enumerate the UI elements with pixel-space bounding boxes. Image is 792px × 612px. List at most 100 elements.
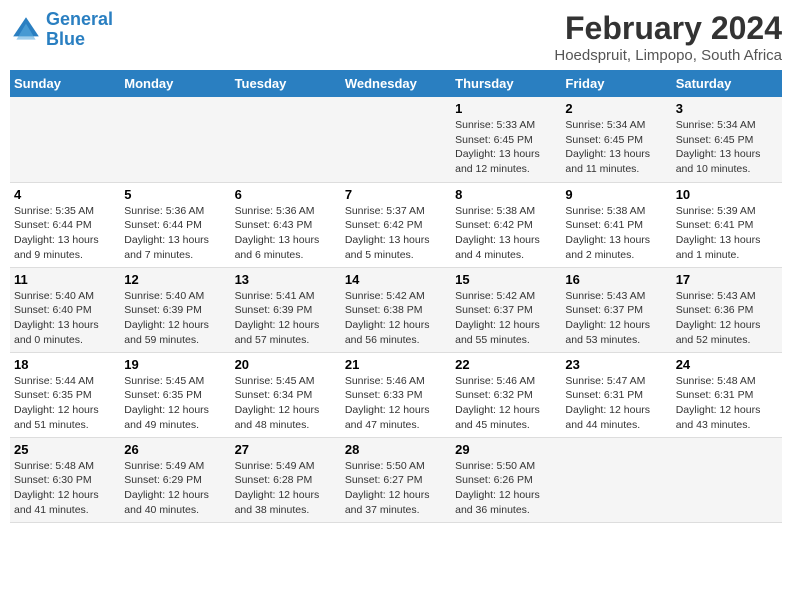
calendar-cell (10, 97, 120, 182)
day-info: Sunrise: 5:45 AM Sunset: 6:34 PM Dayligh… (235, 374, 337, 433)
calendar-cell: 24 Sunrise: 5:48 AM Sunset: 6:31 PM Dayli… (672, 352, 782, 437)
day-number: 24 (676, 357, 778, 372)
day-info: Sunrise: 5:36 AM Sunset: 6:44 PM Dayligh… (124, 204, 226, 263)
calendar-cell: 12 Sunrise: 5:40 AM Sunset: 6:39 PM Dayli… (120, 267, 230, 352)
calendar-cell: 25Sunrise: 5:48 AM Sunset: 6:30 PM Dayli… (10, 437, 120, 522)
day-number: 28 (345, 442, 447, 457)
day-number: 13 (235, 272, 337, 287)
calendar-cell (231, 97, 341, 182)
day-number: 18 (14, 357, 116, 372)
day-number: 23 (565, 357, 667, 372)
calendar-cell: 21Sunrise: 5:46 AM Sunset: 6:33 PM Dayli… (341, 352, 451, 437)
logo-text: General Blue (46, 10, 113, 50)
day-number: 26 (124, 442, 226, 457)
day-info: Sunrise: 5:38 AM Sunset: 6:42 PM Dayligh… (455, 204, 557, 263)
day-number: 4 (14, 187, 116, 202)
calendar-cell: 18 Sunrise: 5:44 AM Sunset: 6:35 PM Dayli… (10, 352, 120, 437)
calendar-cell: 3 Sunrise: 5:34 AM Sunset: 6:45 PM Daylig… (672, 97, 782, 182)
calendar-cell: 5 Sunrise: 5:36 AM Sunset: 6:44 PM Daylig… (120, 182, 230, 267)
calendar-cell: 23 Sunrise: 5:47 AM Sunset: 6:31 PM Dayli… (561, 352, 671, 437)
day-info: Sunrise: 5:41 AM Sunset: 6:39 PM Dayligh… (235, 289, 337, 348)
day-info: Sunrise: 5:37 AM Sunset: 6:42 PM Dayligh… (345, 204, 447, 263)
calendar-body: 1 Sunrise: 5:33 AM Sunset: 6:45 PM Daylig… (10, 97, 782, 522)
day-info: Sunrise: 5:43 AM Sunset: 6:37 PM Dayligh… (565, 289, 667, 348)
day-number: 11 (14, 272, 116, 287)
day-number: 1 (455, 101, 557, 116)
day-info: Sunrise: 5:46 AM Sunset: 6:33 PM Dayligh… (345, 374, 447, 433)
day-info: Sunrise: 5:50 AM Sunset: 6:26 PM Dayligh… (455, 459, 557, 518)
day-info: Sunrise: 5:45 AM Sunset: 6:35 PM Dayligh… (124, 374, 226, 433)
day-number: 15 (455, 272, 557, 287)
calendar-header: SundayMondayTuesdayWednesdayThursdayFrid… (10, 70, 782, 97)
calendar-cell: 19 Sunrise: 5:45 AM Sunset: 6:35 PM Dayli… (120, 352, 230, 437)
day-header-friday: Friday (561, 70, 671, 97)
day-number: 22 (455, 357, 557, 372)
calendar-table: SundayMondayTuesdayWednesdayThursdayFrid… (10, 70, 782, 523)
day-info: Sunrise: 5:40 AM Sunset: 6:39 PM Dayligh… (124, 289, 226, 348)
calendar-cell: 15Sunrise: 5:42 AM Sunset: 6:37 PM Dayli… (451, 267, 561, 352)
calendar-cell: 9Sunrise: 5:38 AM Sunset: 6:41 PM Daylig… (561, 182, 671, 267)
calendar-cell (672, 437, 782, 522)
calendar-cell: 20 Sunrise: 5:45 AM Sunset: 6:34 PM Dayli… (231, 352, 341, 437)
calendar-cell: 29 Sunrise: 5:50 AM Sunset: 6:26 PM Dayli… (451, 437, 561, 522)
calendar-cell: 22 Sunrise: 5:46 AM Sunset: 6:32 PM Dayli… (451, 352, 561, 437)
day-number: 10 (676, 187, 778, 202)
day-info: Sunrise: 5:48 AM Sunset: 6:31 PM Dayligh… (676, 374, 778, 433)
calendar-cell (561, 437, 671, 522)
day-info: Sunrise: 5:50 AM Sunset: 6:27 PM Dayligh… (345, 459, 447, 518)
day-info: Sunrise: 5:33 AM Sunset: 6:45 PM Dayligh… (455, 118, 557, 177)
main-title: February 2024 (554, 10, 782, 47)
day-number: 6 (235, 187, 337, 202)
day-number: 19 (124, 357, 226, 372)
day-info: Sunrise: 5:34 AM Sunset: 6:45 PM Dayligh… (676, 118, 778, 177)
calendar-cell: 4 Sunrise: 5:35 AM Sunset: 6:44 PM Daylig… (10, 182, 120, 267)
day-number: 20 (235, 357, 337, 372)
day-number: 12 (124, 272, 226, 287)
day-info: Sunrise: 5:39 AM Sunset: 6:41 PM Dayligh… (676, 204, 778, 263)
week-row-0: 1 Sunrise: 5:33 AM Sunset: 6:45 PM Daylig… (10, 97, 782, 182)
logo: General Blue (10, 10, 113, 50)
week-row-2: 11Sunrise: 5:40 AM Sunset: 6:40 PM Dayli… (10, 267, 782, 352)
day-number: 3 (676, 101, 778, 116)
day-number: 14 (345, 272, 447, 287)
day-info: Sunrise: 5:36 AM Sunset: 6:43 PM Dayligh… (235, 204, 337, 263)
week-row-3: 18 Sunrise: 5:44 AM Sunset: 6:35 PM Dayli… (10, 352, 782, 437)
day-header-sunday: Sunday (10, 70, 120, 97)
logo-icon (10, 14, 42, 46)
calendar-cell: 1 Sunrise: 5:33 AM Sunset: 6:45 PM Daylig… (451, 97, 561, 182)
day-info: Sunrise: 5:44 AM Sunset: 6:35 PM Dayligh… (14, 374, 116, 433)
title-block: February 2024 Hoedspruit, Limpopo, South… (554, 10, 782, 64)
day-info: Sunrise: 5:35 AM Sunset: 6:44 PM Dayligh… (14, 204, 116, 263)
calendar-cell: 28 Sunrise: 5:50 AM Sunset: 6:27 PM Dayli… (341, 437, 451, 522)
calendar-cell: 26 Sunrise: 5:49 AM Sunset: 6:29 PM Dayli… (120, 437, 230, 522)
logo-line1: General (46, 9, 113, 29)
calendar-cell: 14 Sunrise: 5:42 AM Sunset: 6:38 PM Dayli… (341, 267, 451, 352)
week-row-4: 25Sunrise: 5:48 AM Sunset: 6:30 PM Dayli… (10, 437, 782, 522)
calendar-cell: 8 Sunrise: 5:38 AM Sunset: 6:42 PM Daylig… (451, 182, 561, 267)
day-number: 5 (124, 187, 226, 202)
day-number: 7 (345, 187, 447, 202)
week-row-1: 4 Sunrise: 5:35 AM Sunset: 6:44 PM Daylig… (10, 182, 782, 267)
calendar-cell (120, 97, 230, 182)
day-number: 9 (565, 187, 667, 202)
calendar-cell: 6 Sunrise: 5:36 AM Sunset: 6:43 PM Daylig… (231, 182, 341, 267)
day-number: 8 (455, 187, 557, 202)
day-header-thursday: Thursday (451, 70, 561, 97)
day-info: Sunrise: 5:47 AM Sunset: 6:31 PM Dayligh… (565, 374, 667, 433)
day-info: Sunrise: 5:34 AM Sunset: 6:45 PM Dayligh… (565, 118, 667, 177)
day-number: 29 (455, 442, 557, 457)
day-number: 2 (565, 101, 667, 116)
day-info: Sunrise: 5:46 AM Sunset: 6:32 PM Dayligh… (455, 374, 557, 433)
calendar-cell: 2 Sunrise: 5:34 AM Sunset: 6:45 PM Daylig… (561, 97, 671, 182)
day-info: Sunrise: 5:42 AM Sunset: 6:38 PM Dayligh… (345, 289, 447, 348)
calendar-cell: 17Sunrise: 5:43 AM Sunset: 6:36 PM Dayli… (672, 267, 782, 352)
day-info: Sunrise: 5:49 AM Sunset: 6:29 PM Dayligh… (124, 459, 226, 518)
day-header-saturday: Saturday (672, 70, 782, 97)
logo-line2: Blue (46, 29, 85, 49)
calendar-cell: 7 Sunrise: 5:37 AM Sunset: 6:42 PM Daylig… (341, 182, 451, 267)
subtitle: Hoedspruit, Limpopo, South Africa (554, 47, 782, 64)
day-number: 16 (565, 272, 667, 287)
calendar-cell: 16 Sunrise: 5:43 AM Sunset: 6:37 PM Dayli… (561, 267, 671, 352)
calendar-cell: 13 Sunrise: 5:41 AM Sunset: 6:39 PM Dayli… (231, 267, 341, 352)
day-number: 25 (14, 442, 116, 457)
